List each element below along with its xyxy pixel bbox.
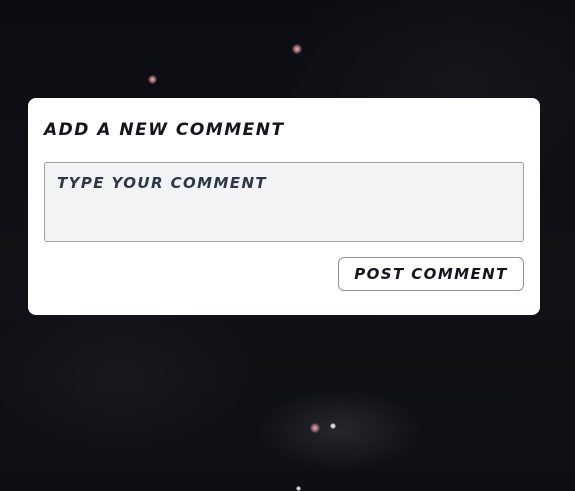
background-speck (330, 423, 336, 429)
comment-form-card: ADD A NEW COMMENT POST COMMENT (28, 98, 540, 315)
background-speck (148, 75, 157, 84)
post-comment-button[interactable]: POST COMMENT (338, 257, 524, 291)
background-speck (296, 486, 301, 491)
background-speck (310, 423, 320, 433)
comment-form-title: ADD A NEW COMMENT (44, 120, 285, 140)
background-speck (292, 44, 302, 54)
comment-textarea[interactable] (44, 162, 524, 242)
